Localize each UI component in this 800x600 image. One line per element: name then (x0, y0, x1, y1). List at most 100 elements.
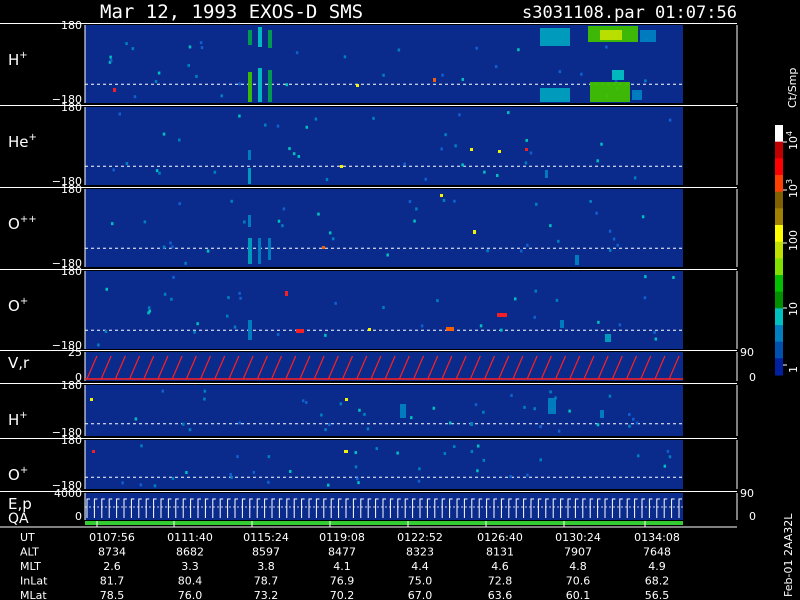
panel-o-plus-plus-label: O++ (8, 214, 37, 233)
panel-o-plus-plus-pixel (413, 219, 416, 223)
panel-o-plus-2-pixel (418, 467, 421, 471)
panel-h-plus-blob (248, 72, 252, 102)
panel-h-plus-2-pixel (188, 428, 192, 432)
panel-he-plus-pixel (525, 138, 528, 142)
panel-h-plus-pixel (285, 83, 289, 87)
panel-h-plus-ytop: 180 (61, 19, 82, 32)
panel-h-plus-pixel (131, 47, 135, 51)
panel-h-plus-2-blob (600, 410, 604, 418)
panel-h-plus-pixel (558, 70, 562, 74)
colorbar-tick-label: 1 (787, 366, 800, 373)
panel-he-plus-label-sup: + (29, 132, 37, 143)
panel-h-plus-label: H+ (8, 50, 28, 69)
panel-h-plus-2-blob (548, 398, 556, 414)
panel-o-plus-plus-blob (440, 194, 443, 197)
table-row-label-inlat: InLat (20, 575, 48, 588)
colorbar-tick-sup: 4 (785, 131, 794, 136)
panel-h-plus-blob (600, 30, 622, 40)
panel-he-plus-pixel (314, 117, 318, 121)
table-cell: 8597 (252, 546, 280, 559)
panel-h-plus-2: 180−180H+ (0, 379, 738, 439)
panel-o-plus-2-pixel (452, 445, 456, 449)
panel-e-p-nodata (683, 493, 737, 520)
panel-h-plus-blob (540, 28, 570, 46)
panel-he-plus-ytop: 180 (61, 101, 82, 114)
panel-o-plus-2-pixel (356, 477, 359, 481)
panel-h-plus-blob (590, 82, 630, 102)
panel-he-plus-pixel (461, 163, 464, 167)
panel-he-plus-blob (248, 168, 251, 184)
table-cell: 0107:56 (89, 531, 135, 544)
table-cell: 4.8 (569, 560, 587, 573)
colorbar-swatch (775, 241, 783, 259)
table-cell: 73.2 (254, 589, 279, 600)
panel-h-plus-2-blob (90, 398, 93, 401)
panel-o-plus-plus-nodata (683, 189, 737, 267)
table-row-label-mlat: MLat (20, 589, 47, 600)
panel-h-plus-2-pixel (238, 421, 241, 425)
table-cell: 76.9 (330, 575, 355, 588)
panel-h-plus-pixel (343, 55, 347, 59)
panel-o-plus-2-pixel (354, 465, 358, 469)
panel-o-plus-pixel (513, 297, 517, 301)
table-cell: 81.7 (100, 575, 125, 588)
panel-he-plus-pixel (529, 151, 533, 155)
panel-o-plus-plus-pixel (184, 261, 187, 265)
table-cell: 8682 (176, 546, 204, 559)
panel-o-plus-pixel (196, 322, 199, 326)
panel-he-plus-pixel (495, 173, 499, 177)
table-cell: 4.1 (333, 560, 351, 573)
panel-o-plus-plus-blob (258, 238, 261, 264)
panel-he-plus-blob (525, 148, 528, 151)
panel-o-plus-plus-pixel (526, 243, 529, 247)
panel-o-plus-plus-blob (268, 238, 271, 260)
panel-o-plus-plus-pixel (331, 237, 335, 241)
panel-o-plus-2-pixel (443, 452, 447, 456)
panel-h-plus-2-pixel (320, 413, 323, 417)
table-cell: 4.6 (491, 560, 509, 573)
panel-he-plus-pixel (305, 125, 309, 129)
table-cell: 4.4 (411, 560, 429, 573)
panel-o-plus-plus-pixel (616, 243, 619, 247)
panel-h-plus-blob (258, 68, 262, 102)
panel-o-plus-2-label: O+ (8, 465, 28, 484)
panel-h-plus-2-pixel (568, 409, 571, 413)
panel-e-p-ytop: 4000 (54, 487, 82, 500)
panel-o-plus-blob (446, 327, 454, 331)
table-cell: 63.6 (488, 589, 513, 600)
panel-o-plus-2-pixel (526, 473, 529, 477)
panel-h-plus-pixel (644, 79, 647, 83)
panel-o-plus-2-pixel (140, 444, 143, 448)
table-cell: 56.5 (645, 589, 670, 600)
panel-o-plus-2-pixel (470, 450, 474, 454)
panel-o-plus-ytop: 180 (61, 265, 82, 278)
table-cell: 80.4 (178, 575, 203, 588)
panel-h-plus-pixel (109, 55, 112, 59)
panel-o-plus-2-pixel (476, 444, 480, 448)
panel-he-plus-pixel (633, 176, 637, 180)
panel-v-r: 250900V,r (0, 346, 756, 384)
panel-o-plus-2-pixel (171, 476, 175, 480)
panels: 180−180H+180−180He+180−180O++180−180O+25… (0, 19, 756, 528)
panel-o-plus-plus-pixel (589, 199, 592, 203)
panel-o-plus-2-bg (85, 440, 683, 489)
panel-he-plus-pixel (297, 154, 301, 158)
panel-h-plus-pixel (133, 95, 137, 99)
panel-o-plus-blob (497, 313, 507, 317)
panel-h-plus-2-pixel (203, 389, 207, 393)
panel-o-plus-plus-pixel (110, 222, 114, 226)
table-cell: 78.7 (254, 575, 279, 588)
panel-o-plus-2: 180−180O+ (0, 434, 738, 492)
panel-o-plus-pixel (239, 296, 242, 300)
colorbar-swatch (775, 141, 783, 159)
panel-o-plus-2-pixel (357, 481, 360, 485)
panel-o-plus-plus-pixel (453, 199, 456, 203)
panel-h-plus-2-pixel (358, 408, 361, 412)
panel-h-plus-pixel (125, 42, 128, 46)
panel-o-plus-2-pixel (267, 455, 271, 459)
panel-o-plus-blob (248, 320, 252, 340)
panel-o-plus-pixel (334, 301, 337, 305)
panel-e-p-bg (85, 493, 683, 520)
panel-o-plus-2-label-sup: + (20, 465, 28, 476)
panel-o-plus-plus-pixel (171, 245, 174, 249)
